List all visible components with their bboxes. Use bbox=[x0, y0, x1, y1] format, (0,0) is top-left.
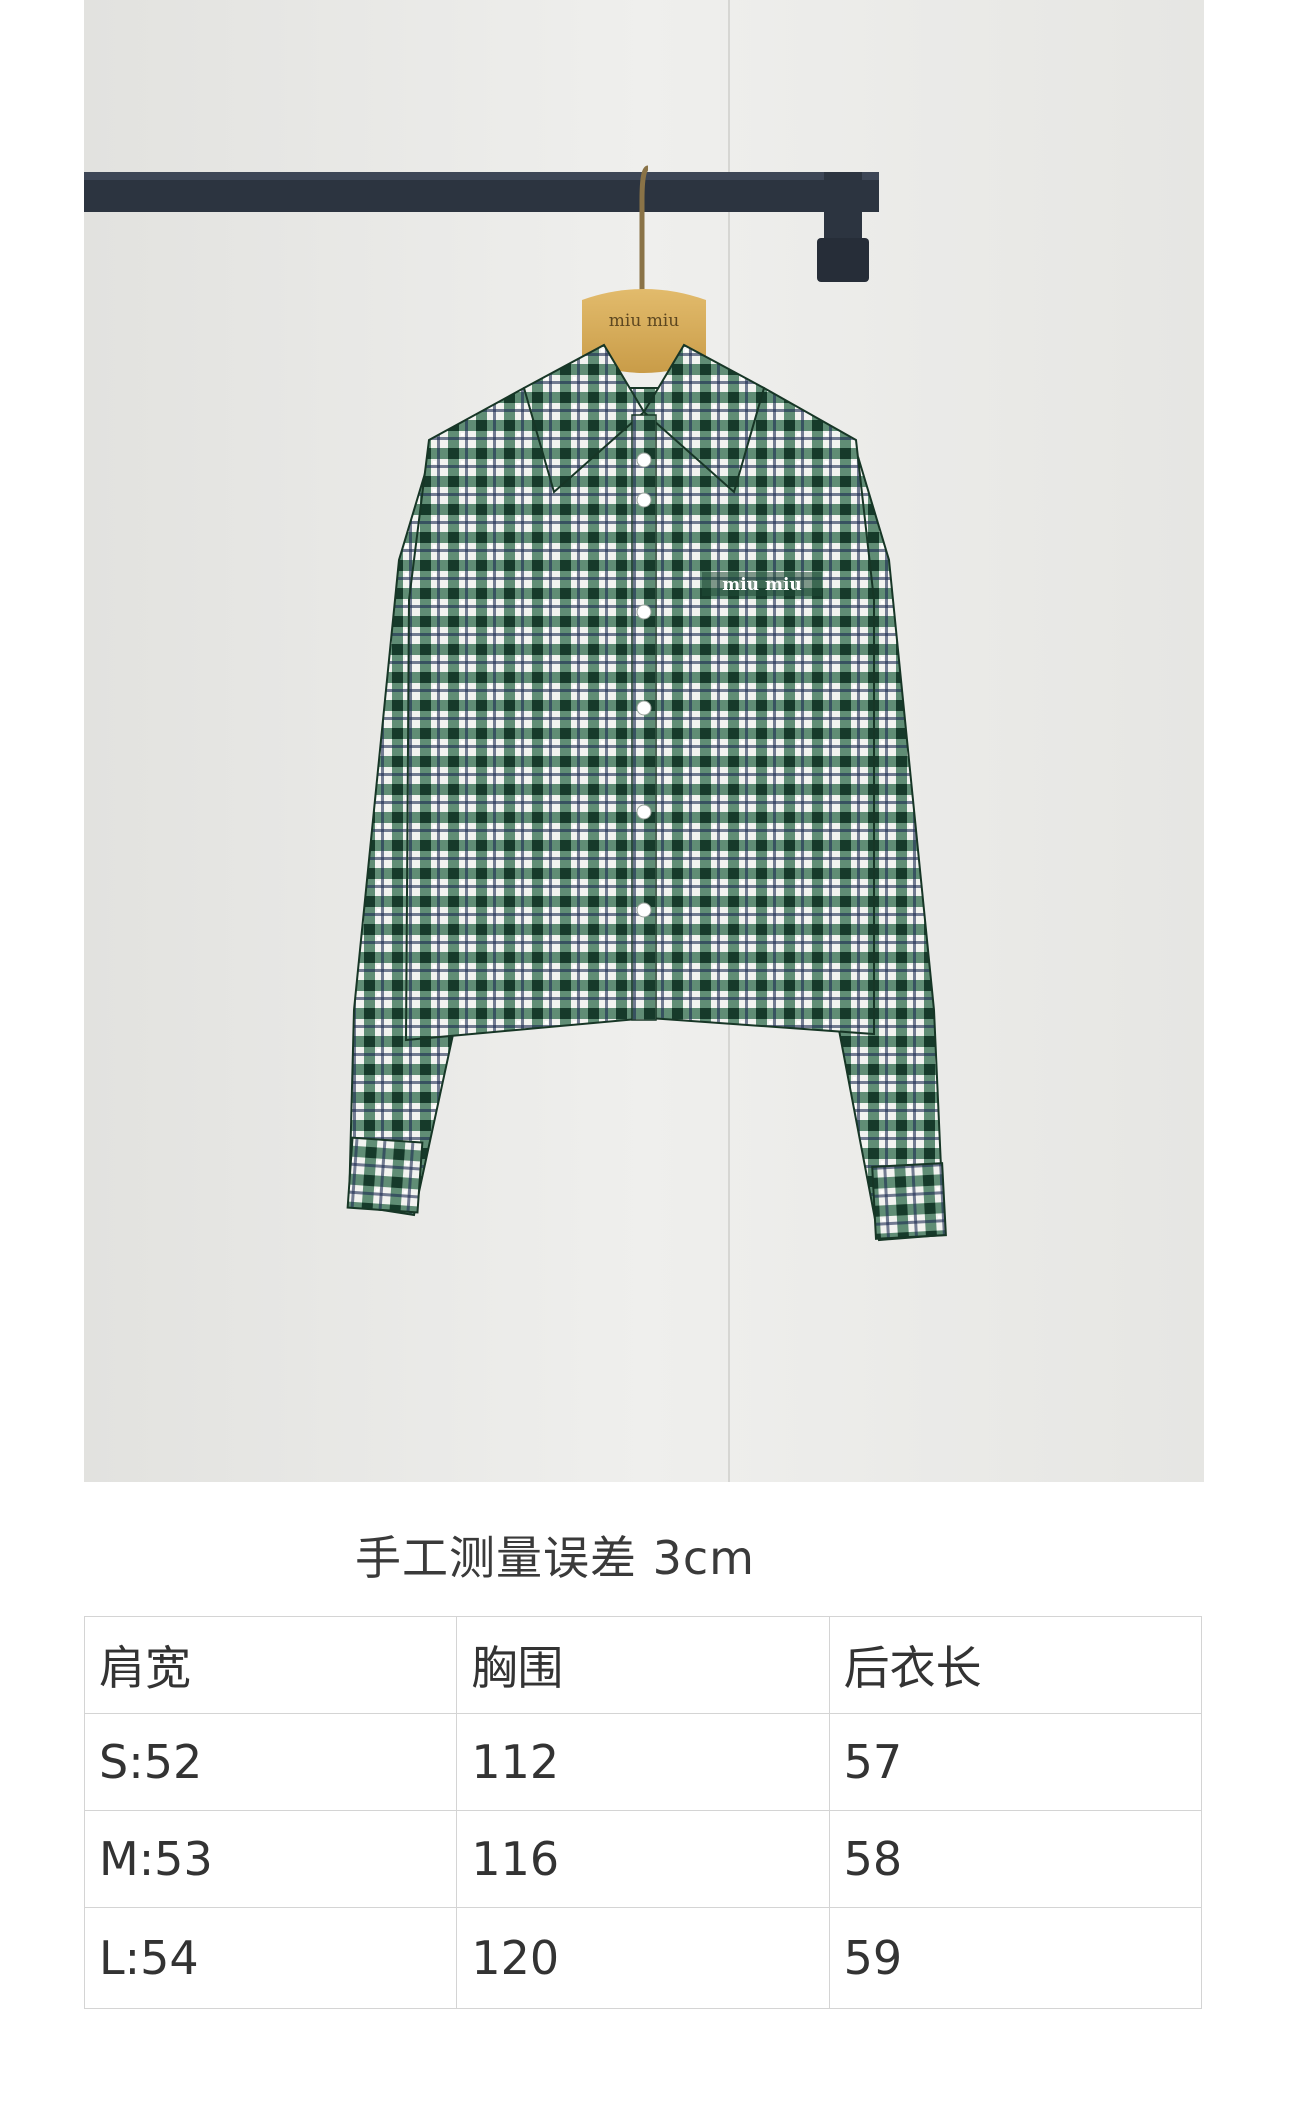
cell-back-length: 59 bbox=[828, 1907, 1203, 2009]
cell-size-shoulder: L:54 bbox=[83, 1907, 458, 2009]
header-back-length: 后衣长 bbox=[828, 1616, 1203, 1714]
size-row-l: L:54 120 59 bbox=[83, 1907, 1203, 2009]
cell-size-shoulder: M:53 bbox=[83, 1810, 458, 1908]
measurement-note: 手工测量误差 3cm bbox=[355, 1531, 755, 1585]
size-row-m: M:53 116 58 bbox=[83, 1810, 1203, 1908]
cell-back-length: 57 bbox=[828, 1713, 1203, 1811]
cell-chest: 112 bbox=[456, 1713, 830, 1811]
product-photo: miu miu miu miu bbox=[84, 0, 1204, 1482]
hanger-logo: miu miu bbox=[609, 311, 679, 331]
cell-back-length: 58 bbox=[828, 1810, 1203, 1908]
cell-size-shoulder: S:52 bbox=[83, 1713, 458, 1811]
chest-logo: miu miu bbox=[722, 575, 802, 595]
header-chest: 胸围 bbox=[456, 1616, 830, 1714]
size-chart-header-row: 肩宽 胸围 后衣长 bbox=[83, 1616, 1203, 1714]
size-chart: 肩宽 胸围 后衣长 S:52 112 57 M:53 116 58 L:54 1… bbox=[83, 1616, 1203, 2009]
size-row-s: S:52 112 57 bbox=[83, 1713, 1203, 1811]
header-shoulder-width: 肩宽 bbox=[83, 1616, 458, 1714]
cell-chest: 120 bbox=[456, 1907, 830, 2009]
cell-chest: 116 bbox=[456, 1810, 830, 1908]
